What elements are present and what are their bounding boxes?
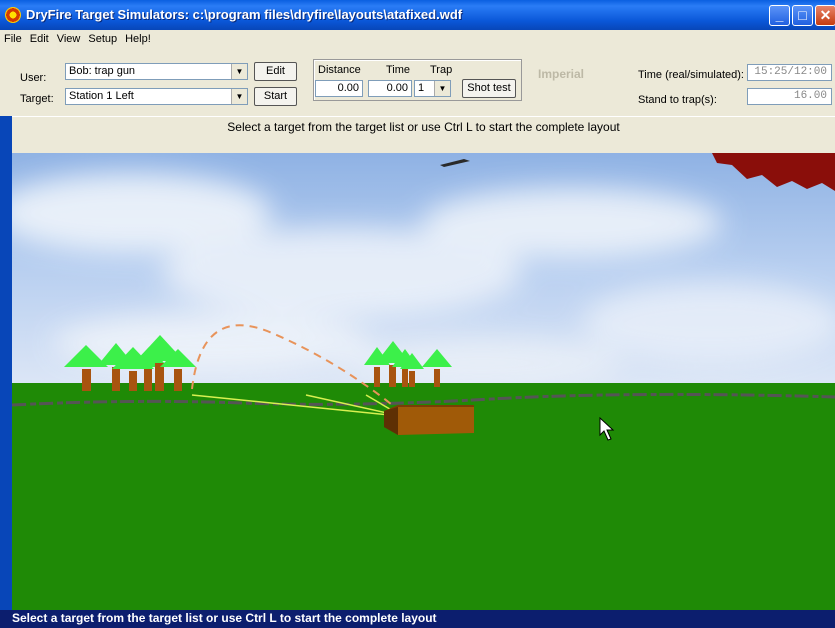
target-select[interactable]: Station 1 Left ▼	[65, 88, 248, 105]
status-bar: Select a target from the target list or …	[0, 610, 835, 628]
shot-test-button[interactable]: Shot test	[462, 79, 516, 98]
minimize-button[interactable]: _	[769, 5, 790, 26]
units-label: Imperial	[538, 67, 585, 81]
title-bar: DryFire Target Simulators: c:\program fi…	[0, 0, 835, 30]
menu-bar: File Edit View Setup Help!	[0, 30, 835, 50]
edit-button[interactable]: Edit	[254, 62, 297, 81]
user-select[interactable]: Bob: trap gun ▼	[65, 63, 248, 80]
menu-edit[interactable]: Edit	[26, 30, 53, 45]
user-value: Bob: trap gun	[69, 65, 136, 77]
menu-help[interactable]: Help!	[121, 30, 155, 45]
trap-house[interactable]	[384, 405, 474, 435]
start-button[interactable]: Start	[254, 87, 297, 106]
distance-field[interactable]: 0.00	[315, 80, 363, 97]
trap-value: 1	[418, 82, 425, 94]
stand-to-trap-label: Stand to trap(s):	[638, 94, 717, 106]
menu-file[interactable]: File	[0, 30, 26, 45]
close-button[interactable]: ✕	[815, 5, 835, 26]
time-real-sim-field: 15:25/12:00	[747, 64, 832, 81]
chevron-down-icon[interactable]: ▼	[434, 81, 450, 96]
maximize-button[interactable]: □	[792, 5, 813, 26]
instruction-message: Select a target from the target list or …	[227, 120, 620, 134]
time-field[interactable]: 0.00	[368, 80, 412, 97]
distance-label: Distance	[318, 64, 361, 76]
trap-select[interactable]: 1 ▼	[414, 80, 451, 97]
chevron-down-icon[interactable]: ▼	[231, 89, 247, 104]
target-value: Station 1 Left	[69, 90, 134, 102]
scene-canvas[interactable]	[12, 153, 835, 610]
stand-to-trap-field: 16.00	[747, 88, 832, 105]
time-label: Time	[386, 64, 411, 76]
toolbar: User: Bob: trap gun ▼ Target: Station 1 …	[0, 50, 835, 116]
message-bar: Select a target from the target list or …	[12, 116, 835, 154]
status-message: Select a target from the target list or …	[12, 611, 437, 625]
app-icon[interactable]	[5, 7, 21, 23]
chevron-down-icon[interactable]: ▼	[231, 64, 247, 79]
menu-view[interactable]: View	[53, 30, 85, 45]
window-title: DryFire Target Simulators: c:\program fi…	[26, 7, 463, 22]
window-left-frame	[0, 116, 12, 610]
time-real-sim-label: Time (real/simulated):	[638, 69, 744, 81]
simulator-view[interactable]	[12, 153, 835, 610]
user-label: User:	[20, 72, 47, 84]
trap-label: Trap	[430, 64, 453, 76]
menu-setup[interactable]: Setup	[84, 30, 121, 45]
target-label: Target:	[20, 93, 54, 105]
